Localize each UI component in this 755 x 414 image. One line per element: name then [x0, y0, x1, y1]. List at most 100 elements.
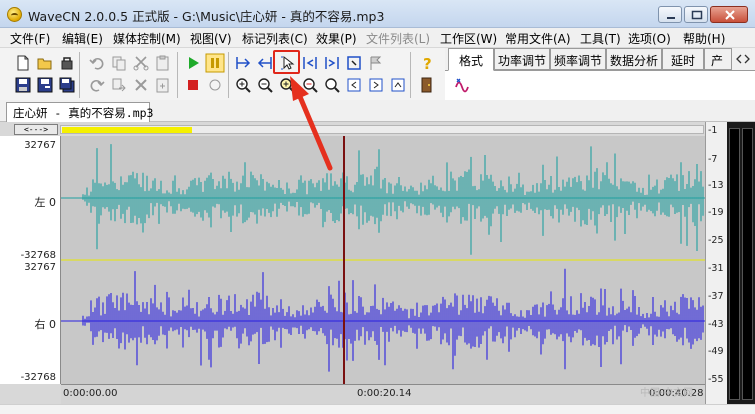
menu-recent-files[interactable]: 常用文件(A) — [505, 30, 571, 47]
highlight-box — [273, 50, 300, 74]
menu-file-list[interactable]: 文件列表(L) — [366, 30, 430, 47]
tab-format[interactable]: 格式 — [448, 48, 494, 71]
menu-tools[interactable]: 工具(T) — [580, 30, 621, 47]
document-tab-bar: 庄心妍 - 真的不容易.mp3 — [0, 100, 755, 122]
time-mid-label: 0:00:20.14 — [357, 388, 412, 399]
menu-marker-list[interactable]: 标记列表(C) — [242, 30, 308, 47]
amplitude-scale: 32767 左 0 -32768 32767 右 0 -32768 — [0, 136, 61, 384]
copy-to-icon[interactable] — [110, 76, 128, 94]
right-max-label: 32767 — [24, 262, 56, 273]
db-label: -25 — [708, 235, 724, 246]
zoom-left-icon[interactable] — [345, 76, 363, 94]
paste-mix-icon[interactable] — [154, 76, 172, 94]
tab-power-adjust[interactable]: 功率调节 — [494, 48, 550, 70]
toolbar-separator — [79, 52, 80, 98]
db-label: -19 — [708, 207, 724, 218]
db-label: -43 — [708, 319, 724, 330]
minimize-button[interactable] — [658, 6, 682, 23]
db-label: -1 — [708, 125, 718, 136]
time-axis[interactable]: 0:00:00.00 0:00:20.14 0:00:40.28 — [61, 384, 705, 404]
cut-icon[interactable] — [132, 54, 150, 72]
left-level-bar — [729, 128, 740, 400]
left-min-label: -32768 — [20, 250, 56, 261]
maximize-button[interactable] — [684, 6, 708, 23]
menu-view[interactable]: 视图(V) — [190, 30, 232, 47]
window-title: WaveCN 2.0.0.5 正式版 - G:\Music\庄心妍 - 真的不容… — [28, 9, 385, 24]
select-left-icon[interactable] — [301, 54, 319, 72]
toolbar-separator — [410, 52, 411, 98]
zoom-in-icon[interactable] — [234, 76, 252, 94]
select-all-icon[interactable] — [345, 54, 363, 72]
menu-edit[interactable]: 编辑(E) — [62, 30, 103, 47]
open-folder-icon[interactable] — [36, 54, 54, 72]
zoom-reset-icon[interactable] — [301, 76, 319, 94]
db-label: -13 — [708, 180, 724, 191]
copy-icon[interactable] — [110, 54, 128, 72]
menu-effects[interactable]: 效果(P) — [316, 30, 357, 47]
menu-workspace[interactable]: 工作区(W) — [440, 30, 497, 47]
delete-icon[interactable] — [132, 76, 150, 94]
db-label: -49 — [708, 346, 724, 357]
tab-data-analysis[interactable]: 数据分析 — [606, 48, 662, 70]
save-lock-icon[interactable] — [58, 54, 76, 72]
app-logo-icon — [7, 7, 22, 22]
document-tab[interactable]: 庄心妍 - 真的不容易.mp3 — [6, 102, 153, 122]
overview-track[interactable] — [60, 125, 704, 134]
right-channel-label: 右 0 — [34, 318, 57, 331]
save-all-icon[interactable] — [58, 76, 76, 94]
paste-icon[interactable] — [154, 54, 172, 72]
toolbar-separator — [177, 52, 178, 98]
title-bar: WaveCN 2.0.0.5 正式版 - G:\Music\庄心妍 - 真的不容… — [0, 0, 755, 28]
pause-icon[interactable] — [205, 53, 225, 73]
zoom-full-icon[interactable] — [323, 76, 341, 94]
db-scale: -1 -7 -13 -19 -25 -31 -37 -43 -49 -55 — [705, 122, 727, 404]
record-icon[interactable] — [206, 76, 224, 94]
effects-tab-panel: 格式 功率调节 频率调节 数据分析 延时 产 — [445, 48, 755, 100]
menu-media-control[interactable]: 媒体控制(M) — [113, 30, 181, 47]
redo-icon[interactable] — [88, 76, 106, 94]
svg-text:?: ? — [423, 55, 432, 72]
db-label: -55 — [708, 374, 724, 385]
undo-icon[interactable] — [88, 54, 106, 72]
status-strip — [0, 404, 755, 414]
waveform-canvas[interactable] — [61, 136, 705, 384]
help-icon[interactable]: ? — [418, 54, 436, 72]
close-button[interactable] — [710, 6, 748, 23]
select-right-icon[interactable] — [323, 54, 341, 72]
left-channel-label: 左 0 — [34, 196, 57, 209]
overview-selection[interactable] — [62, 127, 192, 133]
menu-help[interactable]: 帮助(H) — [683, 30, 725, 47]
level-meter — [727, 122, 755, 404]
menu-bar: 文件(F) 编辑(E) 媒体控制(M) 视图(V) 标记列表(C) 效果(P) … — [0, 28, 755, 48]
tab-delay[interactable]: 延时 — [662, 48, 704, 70]
exit-icon[interactable] — [418, 76, 436, 94]
select-end-icon[interactable] — [256, 54, 274, 72]
zoom-out-icon[interactable] — [256, 76, 274, 94]
tab-scroll-arrows-icon[interactable] — [735, 53, 751, 65]
tab-content — [445, 70, 755, 100]
time-start-label: 0:00:00.00 — [63, 388, 118, 399]
tab-frequency-adjust[interactable]: 频率调节 — [550, 48, 606, 70]
save-icon[interactable] — [14, 76, 32, 94]
db-label: -37 — [708, 291, 724, 302]
scroll-to-start-button[interactable]: <---> — [14, 124, 58, 135]
menu-file[interactable]: 文件(F) — [10, 30, 50, 47]
zoom-vertical-icon[interactable] — [389, 76, 407, 94]
save-as-icon[interactable] — [36, 76, 54, 94]
flag-icon[interactable] — [367, 54, 385, 72]
left-max-label: 32767 — [24, 140, 56, 151]
toolbar-separator — [228, 52, 229, 98]
select-start-icon[interactable] — [234, 54, 252, 72]
new-file-icon[interactable] — [14, 54, 32, 72]
right-min-label: -32768 — [20, 372, 56, 383]
zoom-selection-icon[interactable] — [278, 76, 296, 94]
tab-more[interactable]: 产 — [704, 48, 732, 70]
zoom-right-icon[interactable] — [367, 76, 385, 94]
right-level-bar — [742, 128, 753, 400]
format-convert-icon[interactable] — [454, 75, 472, 93]
stop-icon[interactable] — [184, 76, 202, 94]
db-label: -31 — [708, 263, 724, 274]
play-icon[interactable] — [184, 54, 202, 72]
menu-options[interactable]: 选项(O) — [628, 30, 671, 47]
watermark: 中国·中文网 — [640, 388, 694, 399]
